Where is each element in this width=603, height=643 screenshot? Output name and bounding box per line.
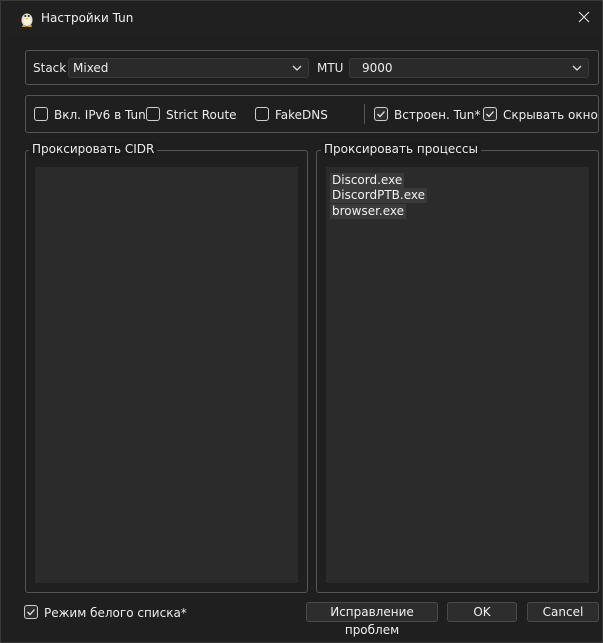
chevron-down-icon: [292, 65, 302, 71]
ipv6-label: Вкл. IPv6 в Tun: [54, 108, 146, 122]
chevron-down-icon: [572, 65, 582, 71]
processes-textarea[interactable]: Discord.exe DiscordPTB.exe browser.exe: [326, 167, 589, 583]
whitelist-label: Режим белого списка*: [44, 606, 187, 620]
hide-window-checkbox[interactable]: [483, 107, 497, 121]
stack-select[interactable]: Mixed: [68, 58, 309, 78]
processes-group-title: Проксировать процессы: [321, 142, 481, 156]
tun-settings-dialog: Настройки Tun Stack Mixed MTU 9000 Вкл. …: [0, 0, 603, 643]
checkmark-icon: [377, 111, 385, 118]
title-bar: Настройки Tun: [1, 1, 602, 35]
mtu-label: MTU: [317, 61, 344, 75]
process-item: browser.exe: [330, 204, 407, 219]
fix-problems-button[interactable]: Исправление проблем: [306, 602, 438, 637]
strict-route-checkbox[interactable]: [146, 107, 160, 121]
builtin-tun-checkbox[interactable]: [374, 107, 388, 121]
cidr-textarea[interactable]: [35, 167, 298, 583]
cancel-button[interactable]: Cancel: [527, 602, 599, 622]
hide-window-label: Скрывать окно: [503, 108, 598, 122]
window-title: Настройки Tun: [41, 11, 134, 25]
fakedns-label: FakeDNS: [275, 108, 328, 122]
mtu-select-value: 9000: [362, 61, 393, 75]
penguin-icon: [21, 13, 33, 27]
whitelist-checkbox[interactable]: [24, 605, 38, 619]
process-item: DiscordPTB.exe: [330, 188, 428, 203]
builtin-tun-label: Встроен. Tun*: [394, 108, 481, 122]
options-separator: [364, 104, 365, 124]
fakedns-checkbox[interactable]: [255, 107, 269, 121]
process-item: Discord.exe: [330, 173, 405, 188]
checkmark-icon: [27, 609, 35, 616]
checkmark-icon: [486, 111, 494, 118]
ipv6-checkbox[interactable]: [34, 107, 48, 121]
stack-label: Stack: [33, 61, 67, 75]
strict-route-label: Strict Route: [166, 108, 237, 122]
ok-button[interactable]: OK: [447, 602, 517, 622]
close-icon: [578, 11, 590, 23]
mtu-select[interactable]: 9000: [349, 58, 589, 78]
cidr-group-title: Проксировать CIDR: [29, 142, 158, 156]
stack-select-value: Mixed: [73, 61, 109, 75]
close-button[interactable]: [572, 5, 596, 29]
